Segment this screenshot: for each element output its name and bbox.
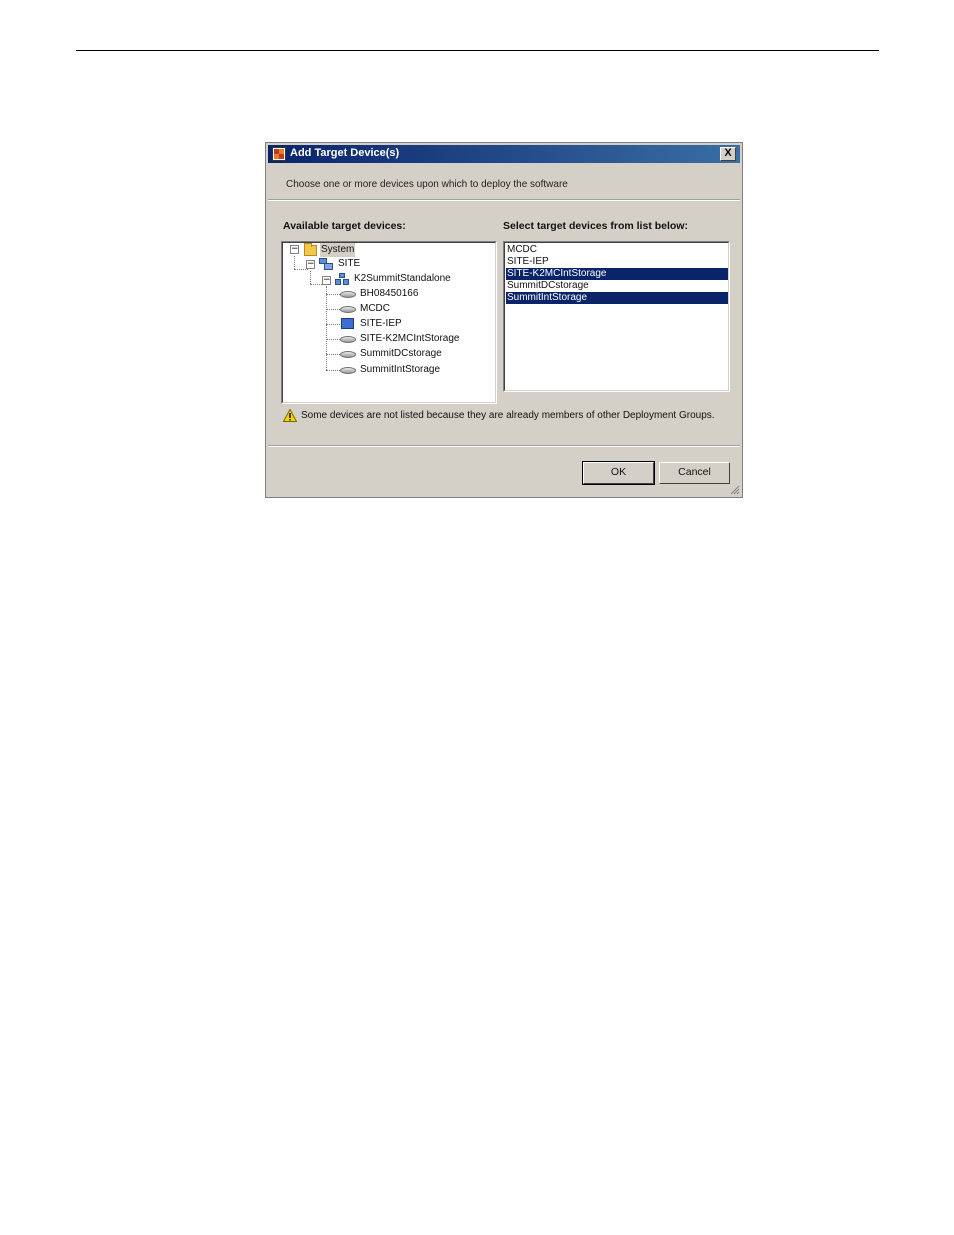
list-item-selected[interactable]: SummitIntStorage <box>506 292 728 304</box>
select-devices-label: Select target devices from list below: <box>503 220 688 232</box>
list-item[interactable]: SummitDCstorage <box>506 280 728 292</box>
warning-icon <box>283 409 297 422</box>
monitor-icon <box>341 318 354 329</box>
list-item-selected[interactable]: SITE-K2MCIntStorage <box>506 268 728 280</box>
dialog-titlebar[interactable]: Add Target Device(s) X <box>268 145 740 163</box>
disk-icon <box>340 367 356 374</box>
disk-icon <box>340 336 356 343</box>
warning-text: Some devices are not listed because they… <box>301 410 715 421</box>
list-item[interactable]: SITE-IEP <box>506 256 728 268</box>
available-devices-label: Available target devices: <box>283 220 406 232</box>
resize-grip-icon[interactable] <box>729 484 740 495</box>
expander-site[interactable]: − <box>306 260 315 269</box>
available-devices-tree[interactable]: − System − SITE − K2SummitStandalone BH0… <box>281 241 497 404</box>
folder-icon <box>304 243 317 256</box>
add-target-devices-dialog: Add Target Device(s) X Choose one or mor… <box>265 142 743 498</box>
expander-system[interactable]: − <box>290 245 299 254</box>
page-top-rule <box>76 50 879 51</box>
disk-icon <box>340 291 356 298</box>
cancel-button[interactable]: Cancel <box>659 462 730 484</box>
list-item[interactable]: MCDC <box>506 244 728 256</box>
ok-button[interactable]: OK <box>582 461 655 485</box>
target-devices-list[interactable]: MCDC SITE-IEP SITE-K2MCIntStorage Summit… <box>503 241 730 392</box>
footer-separator <box>268 445 740 447</box>
dialog-title: Add Target Device(s) <box>290 147 400 159</box>
disk-icon <box>340 351 356 358</box>
header-separator <box>268 199 740 201</box>
group-network-icon <box>335 273 349 285</box>
disk-icon <box>340 306 356 313</box>
instruction-text: Choose one or more devices upon which to… <box>286 179 568 190</box>
app-icon <box>272 147 286 161</box>
expander-k2summit[interactable]: − <box>322 276 331 285</box>
close-button[interactable]: X <box>720 147 736 161</box>
site-network-icon <box>319 258 333 270</box>
